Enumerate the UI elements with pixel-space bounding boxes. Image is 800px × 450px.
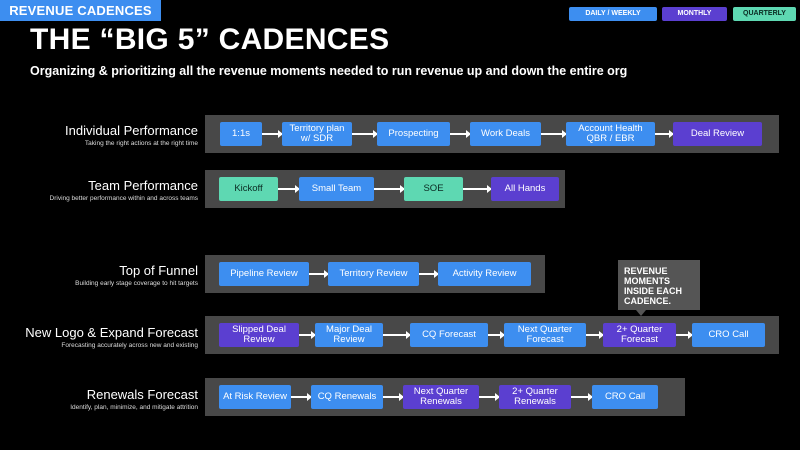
arrow: [374, 185, 405, 193]
step-prospecting: Prospecting: [377, 122, 450, 146]
step-cro-call: CRO Call: [692, 323, 765, 347]
arrow: [352, 130, 378, 138]
row-label-team-performance: Team Performance Driving better performa…: [50, 178, 198, 203]
row-description: Building early stage coverage to hit tar…: [75, 280, 198, 287]
row-label-top-of-funnel: Top of Funnel Building early stage cover…: [75, 263, 198, 288]
step-soe: SOE: [404, 177, 463, 201]
step-small-team: Small Team: [299, 177, 374, 201]
row-description: Forecasting accurately across new and ex…: [61, 342, 198, 349]
step-slipped-deal-review: Slipped Deal Review: [219, 323, 299, 347]
step-at-risk-review: At Risk Review: [219, 385, 291, 409]
row-description: Driving better performance within and ac…: [49, 195, 198, 202]
step-territory-plan: Territory plan w/ SDR: [282, 122, 352, 146]
arrow: [463, 185, 492, 193]
step-work-deals: Work Deals: [470, 122, 541, 146]
legend-daily-weekly: DAILY / WEEKLY: [569, 7, 657, 21]
step-all-hands: All Hands: [491, 177, 559, 201]
legend-quarterly: QUARTERLY: [733, 7, 796, 21]
row-title: Top of Funnel: [119, 263, 198, 278]
row-description: Taking the right actions at the right ti…: [84, 140, 198, 147]
row-title: Team Performance: [88, 178, 198, 193]
arrow: [571, 393, 593, 401]
arrow: [586, 331, 604, 339]
step-activity-review: Activity Review: [438, 262, 531, 286]
arrow: [278, 185, 300, 193]
step-cro-call: CRO Call: [592, 385, 658, 409]
row-title: Individual Performance: [65, 123, 198, 138]
row-label-renewals-forecast: Renewals Forecast Identify, plan, minimi…: [70, 387, 198, 412]
arrow: [383, 393, 404, 401]
row-label-new-logo-forecast: New Logo & Expand Forecast Forecasting a…: [25, 325, 198, 350]
legend-monthly: MONTHLY: [662, 7, 727, 21]
arrow: [262, 130, 283, 138]
row-description: Identify, plan, minimize, and mitigate a…: [70, 404, 198, 411]
step-next-quarter-renewals: Next Quarter Renewals: [403, 385, 479, 409]
row-title: Renewals Forecast: [86, 387, 198, 402]
step-kickoff: Kickoff: [219, 177, 278, 201]
step-next-quarter-forecast: Next Quarter Forecast: [504, 323, 586, 347]
arrow: [419, 270, 439, 278]
step-deal-review: Deal Review: [673, 122, 762, 146]
page-subtitle: Organizing & prioritizing all the revenu…: [30, 64, 628, 78]
section-tag: REVENUE CADENCES: [0, 0, 161, 21]
step-2plus-quarter-renewals: 2+ Quarter Renewals: [499, 385, 571, 409]
step-pipeline-review: Pipeline Review: [219, 262, 309, 286]
step-1-1s: 1:1s: [220, 122, 262, 146]
arrow: [309, 270, 329, 278]
arrow: [676, 331, 693, 339]
arrow: [299, 331, 316, 339]
arrow: [655, 130, 674, 138]
step-cq-forecast: CQ Forecast: [410, 323, 488, 347]
page-title: THE “BIG 5” CADENCES: [30, 23, 390, 56]
arrow: [383, 331, 411, 339]
arrow: [291, 393, 312, 401]
row-label-individual-performance: Individual Performance Taking the right …: [65, 123, 198, 148]
arrow: [541, 130, 567, 138]
step-2plus-quarter-forecast: 2+ Quarter Forecast: [603, 323, 676, 347]
step-account-health: Account Health QBR / EBR: [566, 122, 655, 146]
step-major-deal-review: Major Deal Review: [315, 323, 383, 347]
step-territory-review: Territory Review: [328, 262, 419, 286]
row-title: New Logo & Expand Forecast: [25, 325, 198, 340]
arrow: [488, 331, 505, 339]
step-cq-renewals: CQ Renewals: [311, 385, 383, 409]
arrow: [450, 130, 471, 138]
callout-box: REVENUE MOMENTS INSIDE EACH CADENCE.: [618, 260, 700, 310]
arrow: [479, 393, 500, 401]
